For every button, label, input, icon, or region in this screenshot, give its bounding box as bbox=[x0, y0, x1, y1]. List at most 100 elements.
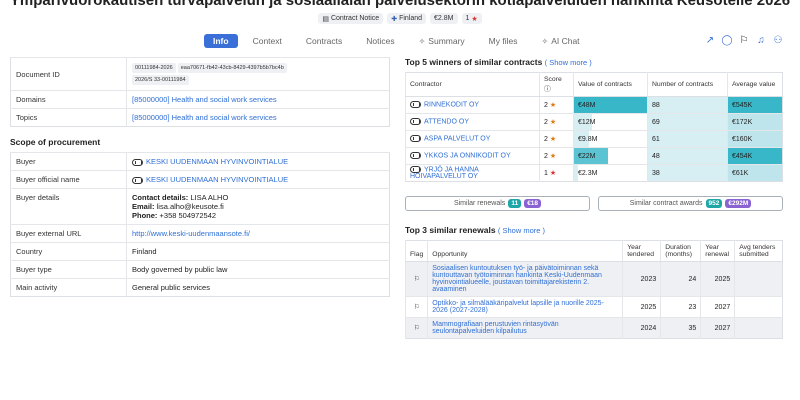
document-id-values: 00111984-2026 eaa70671-fb42-43cb-8429-439… bbox=[126, 57, 390, 91]
column-header: Opportunity bbox=[427, 240, 623, 262]
value-chip: €2.8M bbox=[430, 13, 458, 24]
year-tendered: 2025 bbox=[622, 296, 661, 318]
winner-row: YRJÖ JA HANNA HOIVAPALVELUT OY 1 ★ €2.3M 38… bbox=[405, 164, 783, 182]
winner-average: €172K bbox=[727, 113, 783, 131]
column-header: Average value bbox=[727, 72, 783, 97]
duration-months: 23 bbox=[660, 296, 701, 318]
buyer-type-row: Buyer type Body governed by public law bbox=[10, 260, 390, 279]
winner-name[interactable]: ATTENDO OY bbox=[405, 113, 540, 131]
tab-ai-chat[interactable]: ✧ AI Chat bbox=[532, 34, 588, 48]
winner-name[interactable]: ASPA PALVELUT OY bbox=[405, 130, 540, 148]
year-tendered: 2023 bbox=[622, 261, 661, 297]
notice-type-chip: ▤ Contract Notice bbox=[318, 13, 384, 24]
organization-icon bbox=[410, 165, 421, 173]
organization-icon bbox=[410, 152, 421, 160]
winner-name[interactable]: YKKOS JA ONNIKODIT OY bbox=[405, 147, 540, 165]
winner-score: 2 ★ bbox=[539, 130, 574, 148]
flag-icon[interactable]: ⚐ bbox=[404, 317, 428, 339]
opportunity-link[interactable]: Mammografiaan perustuvien rintasyövän se… bbox=[427, 317, 623, 339]
buyer-link[interactable]: KESKI UUDENMAAN HYVINVOINTIALUE bbox=[146, 157, 288, 166]
notice-meta: ▤ Contract Notice ✚ Finland €2.8M 1 ★ bbox=[0, 13, 800, 24]
winner-count: 61 bbox=[647, 130, 728, 148]
flag-icon[interactable]: ⚐ bbox=[404, 261, 428, 297]
country-chip: ✚ Finland bbox=[387, 13, 427, 24]
rating-chip: 1 ★ bbox=[461, 13, 482, 24]
buyer-official-name-row: Buyer official name KESKI UUDENMAAN HYVI… bbox=[10, 170, 390, 189]
domains-link[interactable]: [85000000] Health and social work servic… bbox=[132, 95, 277, 104]
winner-value: €22M bbox=[573, 147, 648, 165]
opportunity-link[interactable]: Sosiaalisen kuntoutuksen työ- ja päiväto… bbox=[427, 261, 623, 297]
buyer-url-row: Buyer external URL http://www.keski-uude… bbox=[10, 224, 390, 243]
tab-notices[interactable]: Notices bbox=[357, 34, 403, 48]
star-icon: ★ bbox=[549, 119, 557, 126]
winner-row: ASPA PALVELUT OY 2 ★ €9.8M 61 €160K bbox=[405, 130, 783, 148]
column-header: Year renewal bbox=[700, 240, 735, 262]
main-activity-row: Main activity General public services bbox=[10, 278, 390, 297]
column-header: Number of contracts bbox=[647, 72, 728, 97]
flag-icon[interactable]: ⚐ bbox=[738, 35, 750, 46]
value-badge: €292M bbox=[725, 199, 752, 208]
column-header: Year tendered bbox=[622, 240, 661, 262]
winner-average: €160K bbox=[727, 130, 783, 148]
main-activity-label: Main activity bbox=[10, 278, 127, 297]
add-user-icon[interactable]: ⚇ bbox=[772, 35, 784, 46]
year-renewal: 2027 bbox=[700, 317, 735, 339]
buyer-url-link[interactable]: http://www.keski-uudenmaansote.fi/ bbox=[132, 229, 250, 238]
country-row: Country Finland bbox=[10, 242, 390, 261]
renewal-row: ⚐ Sosiaalisen kuntoutuksen työ- ja päivät… bbox=[404, 261, 783, 297]
sparkle-icon: ✧ bbox=[418, 36, 426, 46]
winner-average: €454K bbox=[727, 147, 783, 165]
winners-table: Contractor Score ⓘ Value of contracts Num… bbox=[405, 72, 783, 182]
renewals-table: Flag Opportunity Year tendered Duration … bbox=[404, 240, 783, 339]
renewal-row: ⚐ Mammografiaan perustuvien rintasyövän s… bbox=[404, 317, 783, 339]
contact-email[interactable]: lisa.alho@keusote.fi bbox=[157, 202, 224, 211]
winner-count: 48 bbox=[647, 147, 728, 165]
winner-name[interactable]: RINNEKODIT OY bbox=[405, 96, 540, 114]
buyer-details-values: Contact details: LISA ALHO Email: lisa.a… bbox=[126, 188, 390, 225]
buyer-details-label: Buyer details bbox=[10, 188, 127, 225]
similar-renewals-button[interactable]: Similar renewals 11 €18 bbox=[405, 196, 590, 211]
tab-my-files[interactable]: My files bbox=[480, 34, 527, 48]
buyer-official-name-link[interactable]: KESKI UUDENMAAN HYVINVOINTIALUE bbox=[146, 175, 288, 184]
action-toolbar: ↗ ◯ ⚐ ♫ ⚇ bbox=[704, 35, 784, 46]
column-header: Score ⓘ bbox=[539, 72, 574, 97]
winners-heading: Top 5 winners of similar contracts ( Sho… bbox=[405, 57, 592, 67]
tab-info[interactable]: Info bbox=[204, 34, 238, 48]
winners-show-more-link[interactable]: ( Show more ) bbox=[545, 58, 592, 67]
buyer-label: Buyer bbox=[10, 152, 127, 171]
winner-row: ATTENDO OY 2 ★ €12M 69 €172K bbox=[405, 113, 783, 131]
country-value: Finland bbox=[126, 242, 390, 261]
renewals-heading: Top 3 similar renewals ( Show more ) bbox=[405, 225, 546, 235]
domains-row: Domains [85000000] Health and social wor… bbox=[10, 90, 390, 109]
column-header: Flag bbox=[404, 240, 428, 262]
tab-context[interactable]: Context bbox=[244, 34, 291, 48]
winner-name[interactable]: YRJÖ JA HANNA HOIVAPALVELUT OY bbox=[405, 164, 540, 182]
share-icon[interactable]: ↗ bbox=[704, 35, 716, 46]
tab-contracts[interactable]: Contracts bbox=[297, 34, 351, 48]
organization-icon bbox=[410, 101, 421, 109]
star-icon: ★ bbox=[549, 170, 557, 177]
finland-flag-icon: ✚ bbox=[391, 15, 398, 23]
renewals-show-more-link[interactable]: ( Show more ) bbox=[498, 226, 545, 235]
star-icon: ★ bbox=[549, 102, 557, 109]
topics-row: Topics [85000000] Health and social work… bbox=[10, 108, 390, 127]
count-badge: 952 bbox=[705, 199, 723, 208]
bell-icon[interactable]: ♫ bbox=[755, 35, 767, 46]
tab-summary[interactable]: ✧ Summary bbox=[410, 34, 474, 48]
star-icon: ★ bbox=[549, 136, 557, 143]
flag-icon[interactable]: ⚐ bbox=[404, 296, 428, 318]
winner-score: 1 ★ bbox=[539, 164, 574, 182]
opportunity-link[interactable]: Optikko- ja silmälääkäripalvelut lapsill… bbox=[427, 296, 623, 318]
topics-link[interactable]: [85000000] Health and social work servic… bbox=[132, 113, 277, 122]
buyer-type-value: Body governed by public law bbox=[126, 260, 390, 279]
winner-score: 2 ★ bbox=[539, 113, 574, 131]
similar-awards-button[interactable]: Similar contract awards 952 €292M bbox=[598, 196, 783, 211]
column-header: Avg tenders submitted bbox=[734, 240, 783, 262]
winner-score: 2 ★ bbox=[539, 96, 574, 114]
country-label: Country bbox=[10, 242, 127, 261]
sparkle-icon: ✧ bbox=[541, 36, 549, 46]
buyer-details-row: Buyer details Contact details: LISA ALHO… bbox=[10, 188, 390, 225]
document-id-chip: 2026/S 33-00111984 bbox=[132, 75, 189, 85]
comment-icon[interactable]: ◯ bbox=[721, 35, 733, 46]
organization-icon bbox=[410, 135, 421, 143]
